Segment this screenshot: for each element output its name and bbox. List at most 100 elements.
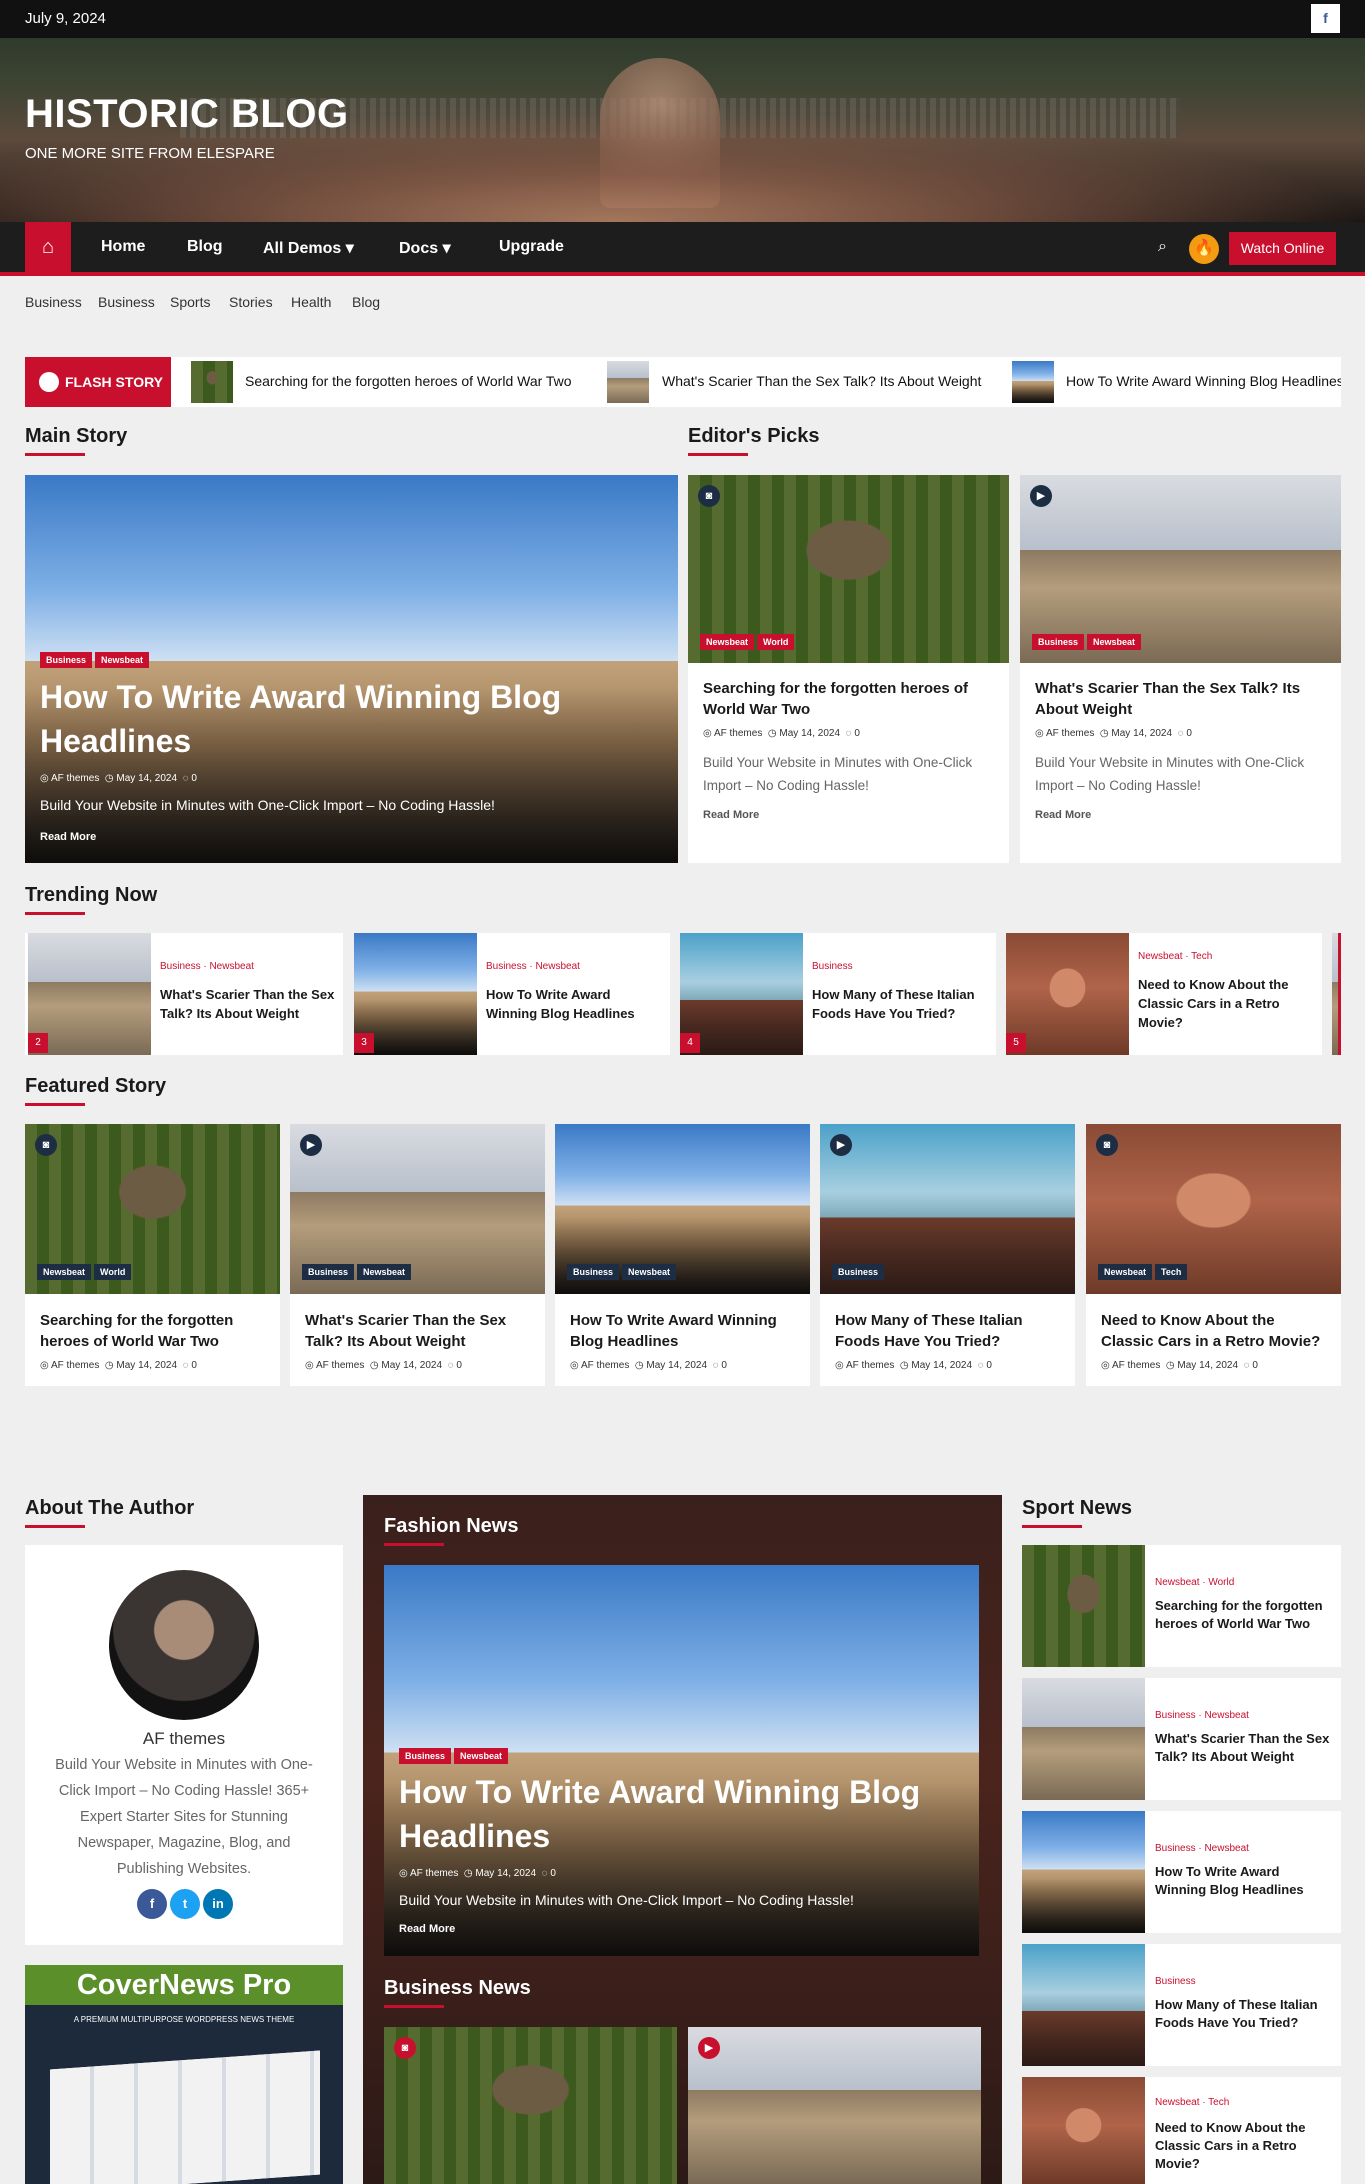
featured-card[interactable]: ◙ Newsbeat World Searching for the forgot…	[25, 1124, 280, 1386]
sport-item[interactable]: Newsbeat · World Searching for the forgo…	[1022, 1545, 1341, 1667]
category-badge[interactable]: Business	[40, 652, 93, 668]
sport-item[interactable]: Newsbeat · Tech Need to Know About the C…	[1022, 2077, 1341, 2184]
featured-card[interactable]: Business Newsbeat How To Write Award Winn…	[555, 1124, 810, 1386]
trending-categories[interactable]: Business	[812, 961, 853, 972]
sport-title[interactable]: Need to Know About the Classic Cars in a…	[1155, 2119, 1325, 2173]
subnav-item-blog[interactable]: Blog	[352, 294, 380, 310]
author-name[interactable]: AF themes	[51, 773, 99, 784]
category-badge[interactable]: Business	[1032, 634, 1085, 650]
author-name[interactable]: AF themes	[581, 1360, 629, 1371]
category-badge[interactable]: Newsbeat	[700, 634, 755, 650]
sport-categories[interactable]: Business	[1155, 1976, 1196, 1987]
sport-thumb[interactable]	[1022, 1944, 1145, 2066]
fashion-story-card[interactable]: Business Newsbeat How To Write Award Winn…	[384, 1565, 979, 1956]
comment-count[interactable]: 0	[1186, 728, 1192, 739]
editors-pick-card[interactable]: ▶ Business Newsbeat What's Scarier Than t…	[1020, 475, 1341, 863]
category-badge[interactable]: Newsbeat	[95, 652, 150, 668]
sport-item[interactable]: Business How Many of These Italian Foods…	[1022, 1944, 1341, 2066]
card-title[interactable]: What's Scarier Than the Sex Talk? Its Ab…	[1035, 678, 1325, 720]
card-title[interactable]: Need to Know About the Classic Cars in a…	[1101, 1310, 1331, 1352]
category-badge[interactable]: World	[757, 634, 795, 650]
nav-item-blog[interactable]: Blog	[187, 238, 223, 256]
card-title[interactable]: How Many of These Italian Foods Have You…	[835, 1310, 1065, 1352]
flash-thumb[interactable]	[607, 361, 649, 403]
read-more-link[interactable]: Read More	[40, 831, 96, 843]
trending-item[interactable]: 5 Newsbeat · Tech Need to Know About the…	[1006, 933, 1322, 1055]
comment-count[interactable]: 0	[550, 1868, 556, 1879]
sport-thumb[interactable]	[1022, 1678, 1145, 1800]
comment-count[interactable]: 0	[456, 1360, 462, 1371]
subnav-item-business-2[interactable]: Business	[98, 294, 155, 310]
sport-title[interactable]: How Many of These Italian Foods Have You…	[1155, 1996, 1335, 2032]
featured-card[interactable]: ▶ Business How Many of These Italian Foo…	[820, 1124, 1075, 1386]
category-badge[interactable]: Newsbeat	[1087, 634, 1142, 650]
comment-count[interactable]: 0	[1252, 1360, 1258, 1371]
sport-categories[interactable]: Business · Newsbeat	[1155, 1710, 1249, 1721]
sport-item[interactable]: Business · Newsbeat How To Write Award W…	[1022, 1811, 1341, 1933]
category-badge[interactable]: Business	[302, 1264, 355, 1280]
author-name[interactable]: AF themes	[1046, 728, 1094, 739]
sport-thumb[interactable]	[1022, 2077, 1145, 2184]
site-title[interactable]: HISTORIC BLOG	[25, 92, 349, 137]
flash-thumb[interactable]	[191, 361, 233, 403]
subnav-item-health[interactable]: Health	[291, 294, 331, 310]
author-name[interactable]: AF themes	[25, 1729, 343, 1749]
trending-categories[interactable]: Business · Newsbeat	[160, 961, 254, 972]
trending-title[interactable]: How To Write Award Winning Blog Headline…	[486, 985, 651, 1023]
flash-item[interactable]: How To Write Award Winning Blog Headline…	[1066, 373, 1341, 389]
trending-title[interactable]: What's Scarier Than the Sex Talk? Its Ab…	[160, 985, 335, 1023]
sport-categories[interactable]: Newsbeat · World	[1155, 1577, 1234, 1588]
author-name[interactable]: AF themes	[714, 728, 762, 739]
featured-card[interactable]: ◙ Newsbeat Tech Need to Know About the Cl…	[1086, 1124, 1341, 1386]
main-story-card[interactable]: Business Newsbeat How To Write Award Winn…	[25, 475, 678, 863]
read-more-link[interactable]: Read More	[703, 809, 759, 821]
trending-title[interactable]: Need to Know About the Classic Cars in a…	[1138, 975, 1303, 1032]
nav-item-upgrade[interactable]: Upgrade	[499, 238, 564, 256]
comment-count[interactable]: 0	[191, 773, 197, 784]
category-badge[interactable]: Newsbeat	[37, 1264, 92, 1280]
category-badge[interactable]: Business	[399, 1748, 452, 1764]
trending-item[interactable]: 4 Business How Many of These Italian Foo…	[680, 933, 996, 1055]
trending-item[interactable]: 2 Business · Newsbeat What's Scarier Tha…	[25, 933, 343, 1055]
facebook-icon[interactable]: f	[137, 1889, 167, 1919]
nav-item-home[interactable]: Home	[101, 238, 145, 256]
category-badge[interactable]: Newsbeat	[1098, 1264, 1153, 1280]
linkedin-icon[interactable]: in	[203, 1889, 233, 1919]
sport-item[interactable]: Business · Newsbeat What's Scarier Than …	[1022, 1678, 1341, 1800]
card-title[interactable]: What's Scarier Than the Sex Talk? Its Ab…	[305, 1310, 535, 1352]
sport-categories[interactable]: Newsbeat · Tech	[1155, 2097, 1229, 2108]
subnav-item-business[interactable]: Business	[25, 294, 82, 310]
covernews-pro-ad[interactable]: CoverNews Pro A PREMIUM MULTIPURPOSE WOR…	[25, 1965, 343, 2184]
featured-card[interactable]: ▶ Business Newsbeat What's Scarier Than t…	[290, 1124, 545, 1386]
card-title[interactable]: Searching for the forgotten heroes of Wo…	[40, 1310, 270, 1352]
category-badge[interactable]: Newsbeat	[357, 1264, 412, 1280]
flash-thumb[interactable]	[1012, 361, 1054, 403]
subnav-item-stories[interactable]: Stories	[229, 294, 273, 310]
author-name[interactable]: AF themes	[410, 1868, 458, 1879]
sport-title[interactable]: What's Scarier Than the Sex Talk? Its Ab…	[1155, 1730, 1335, 1766]
fashion-title[interactable]: How To Write Award Winning Blog Headline…	[399, 1770, 969, 1858]
subnav-item-sports[interactable]: Sports	[170, 294, 210, 310]
category-badge[interactable]: Newsbeat	[622, 1264, 677, 1280]
sport-title[interactable]: Searching for the forgotten heroes of Wo…	[1155, 1597, 1335, 1633]
card-title[interactable]: Searching for the forgotten heroes of Wo…	[703, 678, 993, 720]
read-more-link[interactable]: Read More	[1035, 809, 1091, 821]
flash-item[interactable]: What's Scarier Than the Sex Talk? Its Ab…	[662, 373, 981, 389]
facebook-icon[interactable]: f	[1311, 4, 1340, 33]
nav-item-all-demos[interactable]: All Demos ▾	[263, 238, 354, 258]
editors-pick-card[interactable]: ◙ Newsbeat World Searching for the forgot…	[688, 475, 1009, 863]
search-icon[interactable]: ⌕	[1158, 238, 1167, 256]
trending-categories[interactable]: Business · Newsbeat	[486, 961, 580, 972]
twitter-icon[interactable]: t	[170, 1889, 200, 1919]
sport-title[interactable]: How To Write Award Winning Blog Headline…	[1155, 1863, 1325, 1899]
nav-item-docs[interactable]: Docs ▾	[399, 238, 451, 258]
category-badge[interactable]: Tech	[1155, 1264, 1188, 1280]
sport-thumb[interactable]	[1022, 1811, 1145, 1933]
author-avatar[interactable]	[109, 1570, 259, 1720]
sport-thumb[interactable]	[1022, 1545, 1145, 1667]
flash-item[interactable]: Searching for the forgotten heroes of Wo…	[245, 373, 572, 389]
home-icon[interactable]: ⌂	[25, 222, 71, 272]
author-name[interactable]: AF themes	[1112, 1360, 1160, 1371]
card-title[interactable]: How To Write Award Winning Blog Headline…	[570, 1310, 800, 1352]
main-story-title[interactable]: How To Write Award Winning Blog Headline…	[40, 675, 640, 763]
